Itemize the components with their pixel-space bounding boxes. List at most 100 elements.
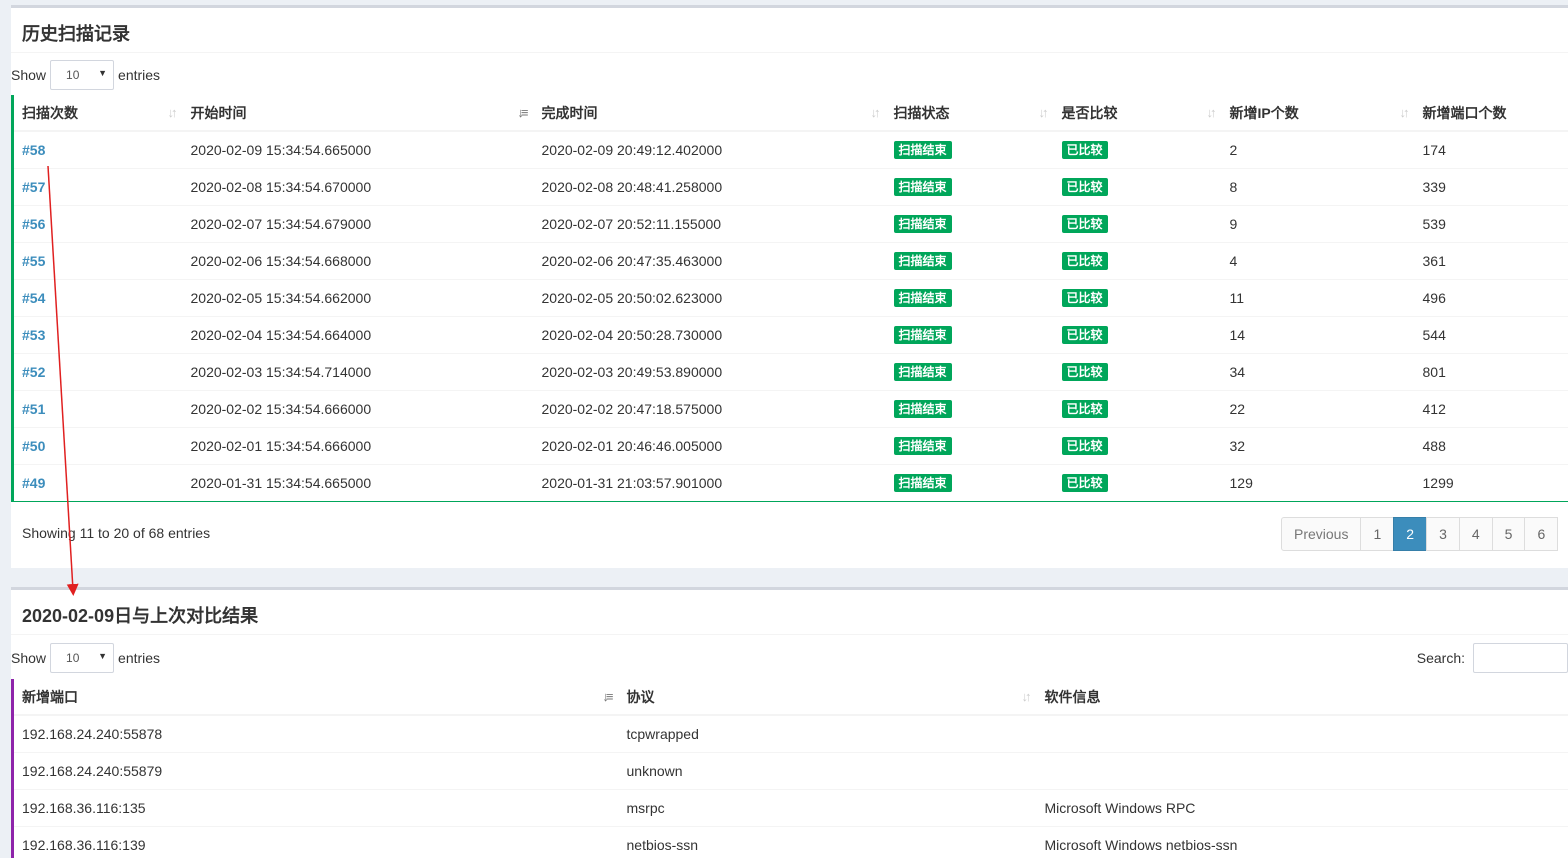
cell-new-port: 339 xyxy=(1414,167,1568,205)
cell-compare: 已比较 xyxy=(1053,167,1222,205)
cell-compare: 已比较 xyxy=(1053,389,1222,427)
table-row: #55 2020-02-06 15:34:54.668000 2020-02-06 … xyxy=(12,241,1568,279)
show-label: Show xyxy=(11,650,47,666)
col-protocol[interactable]: 协议 ↓↑ xyxy=(618,679,1037,716)
pager-page[interactable]: 5 xyxy=(1491,517,1526,551)
cell-new-port: 496 xyxy=(1414,278,1568,316)
cell-compare: 已比较 xyxy=(1053,426,1222,464)
scan-link[interactable]: #49 xyxy=(22,475,45,491)
compare-badge: 已比较 xyxy=(1061,177,1108,196)
history-table: 扫描次数 ↓↑ 开始时间 ↓≡ 完成时间 ↓↑ 扫描状态 ↓↑ 是否比较 ↓↑ 新增IP个… xyxy=(11,95,1568,502)
cell-end-time: 2020-02-08 20:48:41.258000 xyxy=(533,167,886,205)
col-scan-count[interactable]: 扫描次数 ↓↑ xyxy=(12,95,183,132)
cell-compare: 已比较 xyxy=(1053,315,1222,353)
cell-status: 扫描结束 xyxy=(885,463,1054,501)
entries-label: entries xyxy=(118,67,161,83)
scan-link[interactable]: #53 xyxy=(22,327,45,343)
scan-link[interactable]: #50 xyxy=(22,438,45,454)
cell-port: 192.168.36.116:139 xyxy=(12,825,619,858)
cell-start-time: 2020-02-01 15:34:54.666000 xyxy=(182,426,534,464)
table-row: #58 2020-02-09 15:34:54.665000 2020-02-09 … xyxy=(12,130,1568,168)
pager-page[interactable]: 3 xyxy=(1426,517,1460,551)
compare-length-control: Show 10 ▼ entries xyxy=(11,643,160,673)
cell-scan-id: #52 xyxy=(12,352,183,390)
cell-start-time: 2020-02-07 15:34:54.679000 xyxy=(182,204,534,242)
cell-new-ip: 14 xyxy=(1221,315,1415,353)
table-row: #57 2020-02-08 15:34:54.670000 2020-02-08 … xyxy=(12,167,1568,205)
cell-protocol: netbios-ssn xyxy=(618,825,1037,858)
scan-link[interactable]: #52 xyxy=(22,364,45,380)
cell-start-time: 2020-01-31 15:34:54.665000 xyxy=(182,463,534,501)
cell-end-time: 2020-02-07 20:52:11.155000 xyxy=(533,204,886,242)
cell-scan-id: #53 xyxy=(12,315,183,353)
table-row: 192.168.36.116:135 msrpc Microsoft Windows… xyxy=(12,788,1568,826)
cell-start-time: 2020-02-09 15:34:54.665000 xyxy=(182,130,534,168)
scan-link[interactable]: #57 xyxy=(22,179,45,195)
pager-page[interactable]: 4 xyxy=(1458,517,1493,551)
cell-end-time: 2020-02-02 20:47:18.575000 xyxy=(533,389,886,427)
cell-new-port: 174 xyxy=(1414,130,1568,168)
cell-compare: 已比较 xyxy=(1053,278,1222,316)
pager-previous[interactable]: Previous xyxy=(1281,517,1362,551)
cell-new-port: 361 xyxy=(1414,241,1568,279)
pager-page-active[interactable]: 2 xyxy=(1393,517,1428,551)
scan-link[interactable]: #54 xyxy=(22,290,45,306)
col-end-time[interactable]: 完成时间 ↓↑ xyxy=(533,95,886,132)
cell-compare: 已比较 xyxy=(1053,204,1222,242)
col-software[interactable]: 软件信息 xyxy=(1036,679,1568,716)
compare-badge: 已比较 xyxy=(1061,399,1108,418)
search-input[interactable] xyxy=(1473,643,1568,673)
cell-software xyxy=(1036,714,1568,752)
status-badge: 扫描结束 xyxy=(893,140,952,159)
col-scan-status[interactable]: 扫描状态 ↓↑ xyxy=(885,95,1054,132)
col-new-port[interactable]: 新增端口 ↓≡ xyxy=(12,679,619,716)
table-row: #50 2020-02-01 15:34:54.666000 2020-02-01 … xyxy=(12,426,1568,464)
cell-end-time: 2020-02-03 20:49:53.890000 xyxy=(533,352,886,390)
pager-page[interactable]: 6 xyxy=(1524,517,1559,551)
table-row: #52 2020-02-03 15:34:54.714000 2020-02-03 … xyxy=(12,352,1568,390)
col-new-port[interactable]: 新增端口个数 xyxy=(1414,95,1568,132)
pager-page[interactable]: 1 xyxy=(1360,517,1395,551)
entries-label: entries xyxy=(118,650,161,666)
cell-port: 192.168.24.240:55878 xyxy=(12,714,619,752)
compare-page-size-select[interactable]: 10 ▼ xyxy=(50,643,115,673)
scan-link[interactable]: #51 xyxy=(22,401,45,417)
compare-title: 2020-02-09日与上次对比结果 xyxy=(11,590,1568,635)
cell-new-ip: 34 xyxy=(1221,352,1415,390)
cell-scan-id: #51 xyxy=(12,389,183,427)
sort-icon: ↓↑ xyxy=(1206,105,1217,120)
sort-icon: ↓↑ xyxy=(167,105,178,120)
history-title: 历史扫描记录 xyxy=(11,8,1568,53)
sort-icon: ↓↑ xyxy=(1038,105,1049,120)
cell-protocol: unknown xyxy=(618,751,1037,789)
status-badge: 扫描结束 xyxy=(893,436,952,455)
compare-badge: 已比较 xyxy=(1061,140,1108,159)
col-start-time[interactable]: 开始时间 ↓≡ xyxy=(182,95,534,132)
cell-scan-id: #55 xyxy=(12,241,183,279)
scan-link[interactable]: #58 xyxy=(22,142,45,158)
status-badge: 扫描结束 xyxy=(893,214,952,233)
table-row: 192.168.36.116:139 netbios-ssn Microsoft W… xyxy=(12,825,1568,858)
sort-desc-icon: ↓≡ xyxy=(517,105,528,120)
cell-end-time: 2020-02-04 20:50:28.730000 xyxy=(533,315,886,353)
col-new-ip[interactable]: 新增IP个数 ↓↑ xyxy=(1221,95,1415,132)
cell-status: 扫描结束 xyxy=(885,130,1054,168)
history-page-size-select[interactable]: 10 ▼ xyxy=(50,60,115,90)
status-badge: 扫描结束 xyxy=(893,399,952,418)
compare-table: 新增端口 ↓≡ 协议 ↓↑ 软件信息 192.168.24.240:55878 tcp… xyxy=(11,679,1568,858)
cell-scan-id: #58 xyxy=(12,130,183,168)
status-badge: 扫描结束 xyxy=(893,473,952,492)
status-badge: 扫描结束 xyxy=(893,362,952,381)
scan-link[interactable]: #55 xyxy=(22,253,45,269)
cell-end-time: 2020-01-31 21:03:57.901000 xyxy=(533,463,886,501)
compare-header-row: 新增端口 ↓≡ 协议 ↓↑ 软件信息 xyxy=(12,679,1568,716)
cell-scan-id: #54 xyxy=(12,278,183,316)
status-badge: 扫描结束 xyxy=(893,177,952,196)
compare-badge: 已比较 xyxy=(1061,214,1108,233)
cell-port: 192.168.24.240:55879 xyxy=(12,751,619,789)
col-compared[interactable]: 是否比较 ↓↑ xyxy=(1053,95,1222,132)
scan-link[interactable]: #56 xyxy=(22,216,45,232)
cell-status: 扫描结束 xyxy=(885,426,1054,464)
history-length-control: Show 10 ▼ entries xyxy=(11,60,160,90)
cell-scan-id: #49 xyxy=(12,463,183,501)
